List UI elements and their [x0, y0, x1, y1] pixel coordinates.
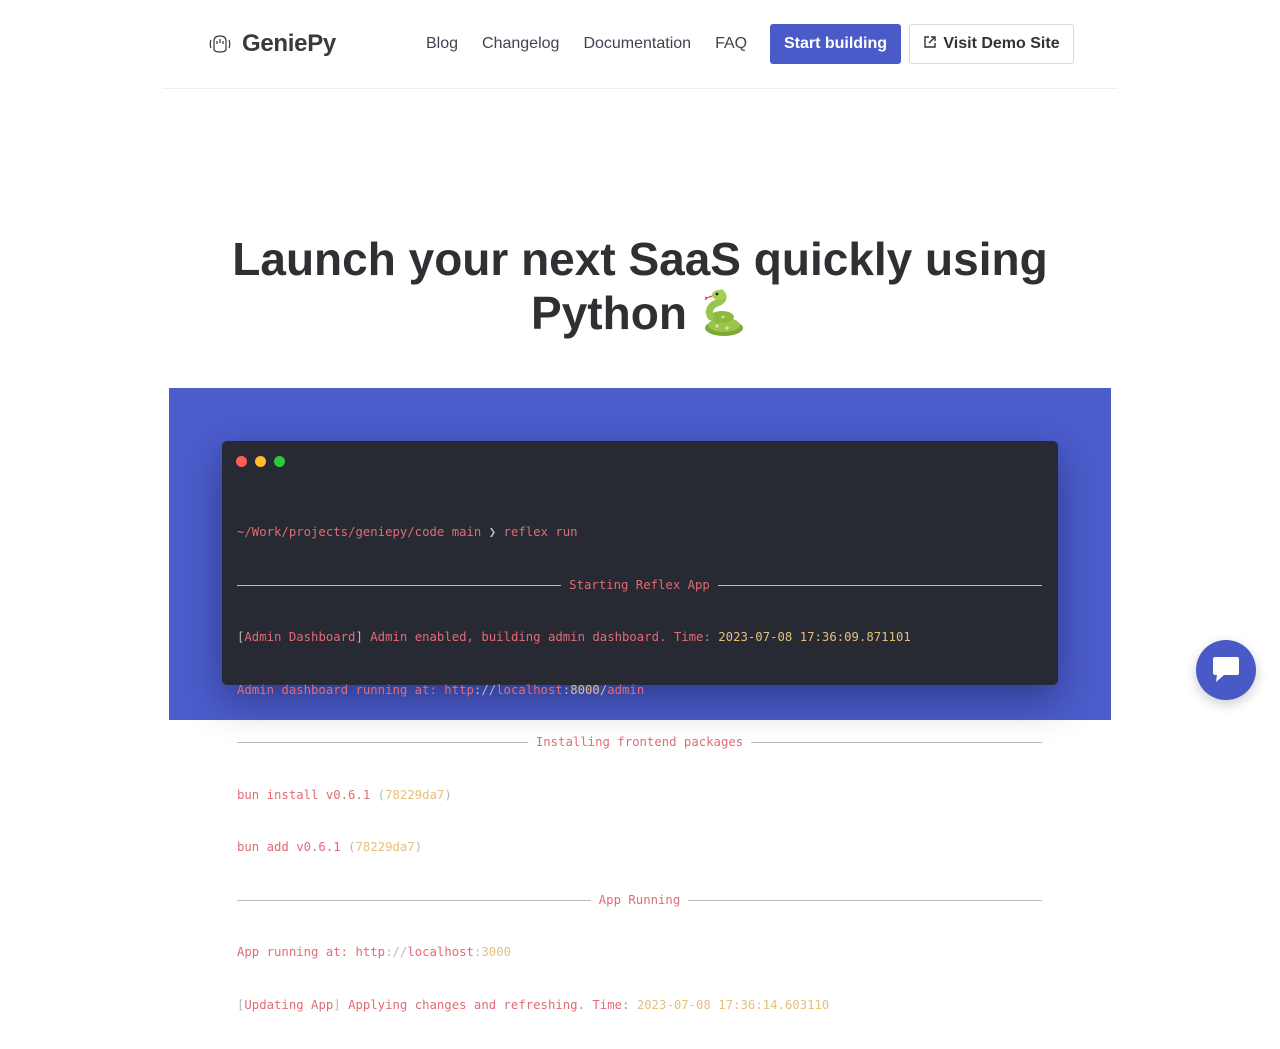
section-rule-running: App Running — [237, 892, 1042, 910]
terminal-output: ~/Work/projects/geniepy/code main ❯ refl… — [237, 489, 1043, 1049]
admin-tag: Admin Dashboard — [244, 630, 356, 644]
terminal-showcase: ~/Work/projects/geniepy/code main ❯ refl… — [169, 388, 1111, 1012]
url-scheme: http — [444, 682, 474, 697]
external-link-icon — [924, 36, 937, 48]
bun-hash: 78229da7 — [355, 840, 415, 854]
terminal-prompt-line: ~/Work/projects/geniepy/code main ❯ refl… — [237, 524, 1042, 542]
maximize-dot — [274, 456, 285, 467]
url-host: localhost — [496, 682, 563, 697]
time-label: Time: — [592, 997, 630, 1012]
terminal-window: ~/Work/projects/geniepy/code main ❯ refl… — [222, 441, 1058, 1012]
bun-add-text: bun add v0.6.1 — [237, 840, 341, 854]
prompt-branch: main — [451, 525, 482, 539]
nav-link-blog[interactable]: Blog — [426, 34, 458, 54]
timestamp: 2023-07-08 17:36:14.603110 — [636, 997, 830, 1012]
prompt-symbol: ❯ — [488, 525, 497, 539]
terminal-bun-add-line: bun add v0.6.1 (78229da7) — [237, 840, 423, 854]
start-building-button[interactable]: Start building — [770, 24, 901, 64]
nav-link-faq[interactable]: FAQ — [715, 34, 747, 54]
prompt-path: ~/Work/projects/geniepy/code — [237, 525, 445, 539]
admin-url-label: Admin dashboard running at: — [237, 682, 437, 697]
terminal-app-url-line: App running at: http://localhost:3000 — [237, 945, 511, 959]
hero-title: Launch your next SaaS quickly using Pyth… — [0, 232, 1280, 340]
bun-hash: 78229da7 — [385, 787, 445, 802]
url-scheme: http — [355, 945, 386, 959]
minimize-dot — [255, 456, 266, 467]
hero-title-line1: Launch your next SaaS quickly using — [232, 233, 1048, 285]
genie-lamp-icon — [209, 35, 231, 53]
snake-emoji — [704, 289, 743, 336]
update-message: Applying changes and refreshing. — [348, 997, 585, 1012]
terminal-admin-line: [Admin Dashboard] Admin enabled, buildin… — [237, 630, 911, 644]
bun-install-text: bun install v0.6.1 — [237, 787, 371, 802]
time-label: Time: — [673, 630, 711, 644]
brand-name: GeniePy — [242, 30, 336, 57]
url-port: 3000 — [481, 945, 511, 959]
terminal-update-line: [Updating App] Applying changes and refr… — [237, 997, 830, 1012]
update-tag: Updating App — [244, 997, 334, 1012]
section-label: App Running — [598, 892, 681, 907]
terminal-bun-install-line: bun install v0.6.1 (78229da7) — [237, 787, 452, 802]
main-nav: Blog Changelog Documentation FAQ — [426, 34, 771, 54]
window-controls — [236, 456, 293, 467]
visit-demo-site-button[interactable]: Visit Demo Site — [909, 24, 1074, 64]
visit-demo-site-label: Visit Demo Site — [943, 35, 1060, 52]
url-host: localhost — [407, 945, 474, 959]
url-path: admin — [607, 682, 645, 697]
chat-widget-button[interactable] — [1196, 640, 1256, 700]
timestamp: 2023-07-08 17:36:09.871101 — [718, 630, 911, 644]
section-rule-starting: Starting Reflex App — [237, 577, 1043, 595]
nav-link-changelog[interactable]: Changelog — [482, 34, 559, 54]
site-header: GeniePy Blog Changelog Documentation FAQ… — [162, 0, 1118, 89]
nav-link-documentation[interactable]: Documentation — [583, 34, 691, 54]
app-url-label: App running at: — [237, 945, 349, 959]
section-rule-installing: Installing frontend packages — [237, 734, 1043, 752]
close-dot — [236, 456, 247, 467]
prompt-command: reflex run — [503, 525, 578, 539]
hero-title-line2: Python — [531, 287, 687, 339]
brand-logo-link[interactable]: GeniePy — [208, 30, 336, 58]
chat-bubble-icon — [1213, 657, 1239, 682]
section-label: Installing frontend packages — [535, 735, 744, 749]
terminal-admin-url-line: Admin dashboard running at: http://local… — [237, 682, 645, 697]
url-port: 8000 — [570, 682, 600, 697]
admin-message: Admin enabled, building admin dashboard. — [370, 630, 667, 644]
section-label: Starting Reflex App — [569, 577, 710, 592]
